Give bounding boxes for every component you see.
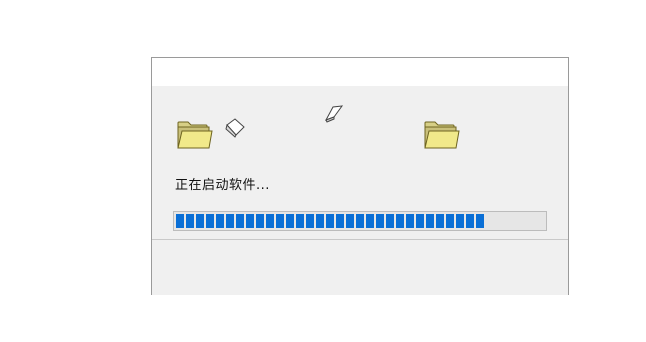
flying-document-icon bbox=[324, 103, 348, 125]
progress-bar-fill bbox=[176, 214, 484, 228]
dialog-footer bbox=[152, 239, 568, 295]
progress-bar bbox=[173, 211, 547, 231]
desktop-background: 正在启动软件... bbox=[0, 0, 646, 342]
status-text: 正在启动软件... bbox=[175, 178, 270, 193]
copy-progress-dialog: 正在启动软件... bbox=[151, 57, 569, 295]
source-folder-icon bbox=[175, 117, 213, 151]
destination-folder-icon bbox=[422, 117, 460, 151]
dialog-title-bar[interactable] bbox=[152, 58, 568, 86]
dialog-content: 正在启动软件... bbox=[152, 86, 568, 238]
flying-document-icon bbox=[223, 116, 247, 138]
